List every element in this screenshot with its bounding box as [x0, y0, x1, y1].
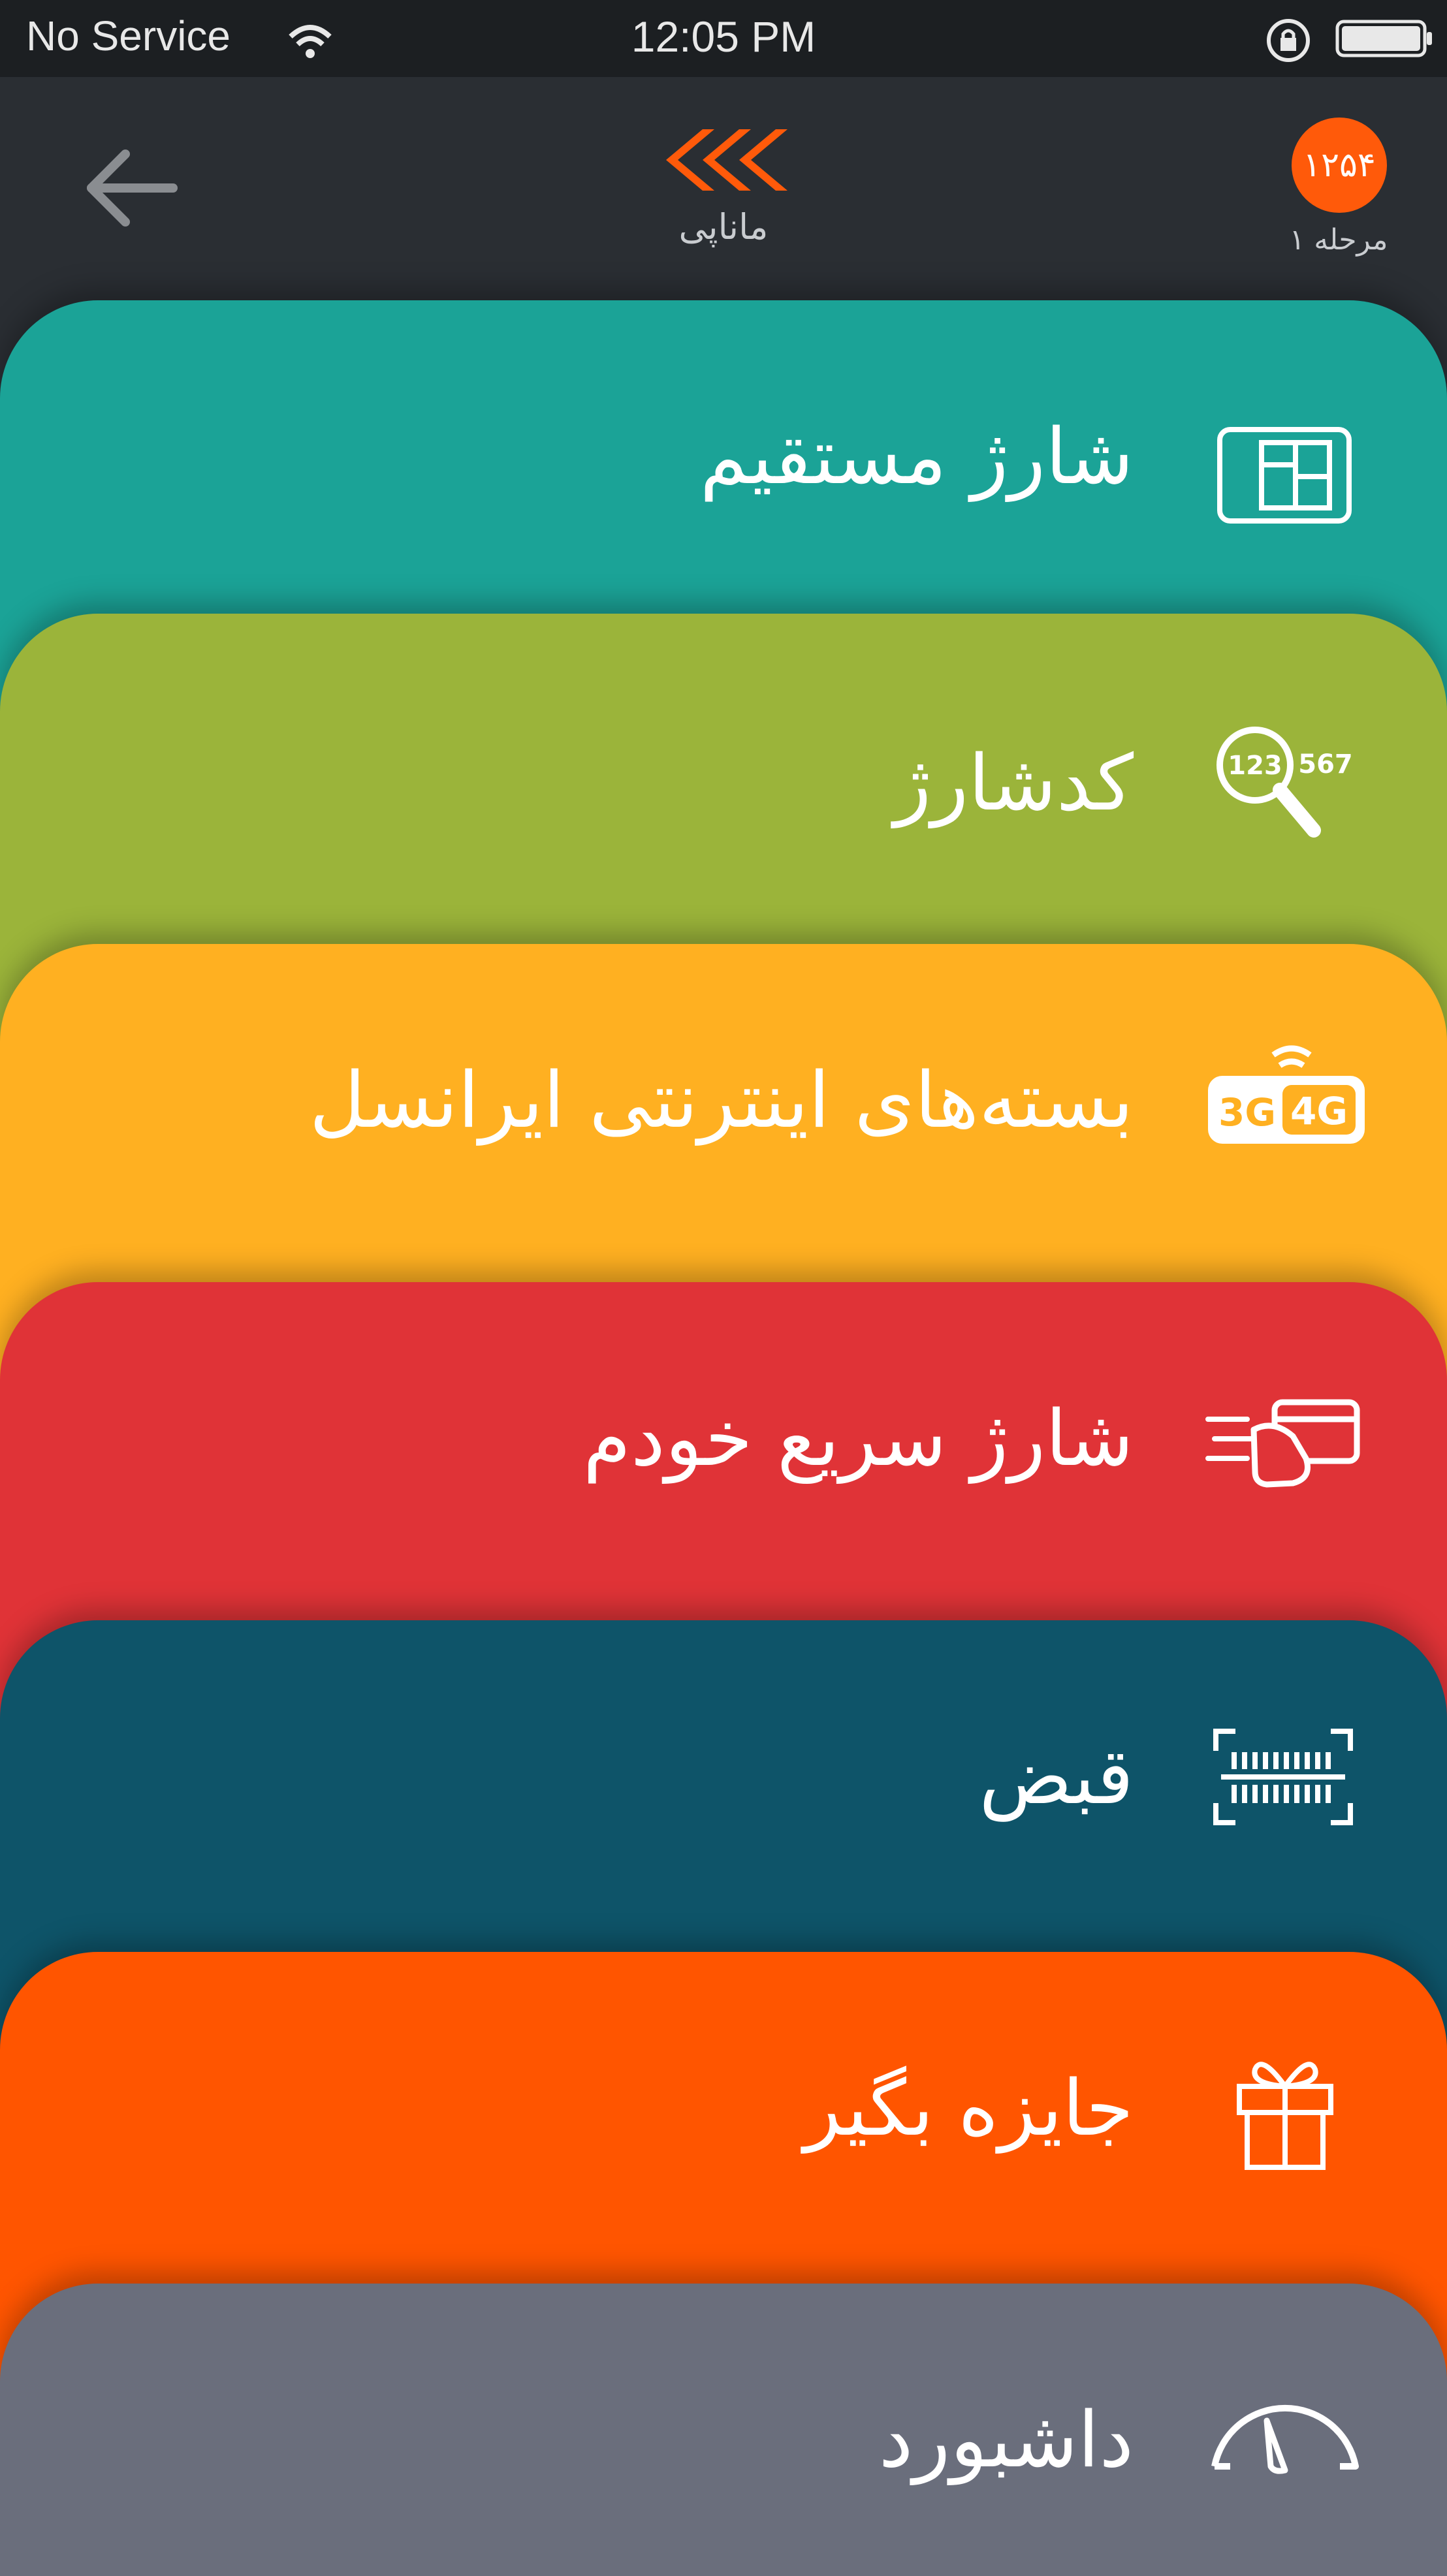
- clock: 12:05 PM: [631, 12, 816, 61]
- svg-text:123: 123: [1228, 751, 1282, 781]
- gift-icon: [1201, 2043, 1365, 2174]
- menu-item-label: داشبورد: [878, 2395, 1134, 2485]
- menu-item-label: بسته‌های اینترنتی ایرانسل: [309, 1055, 1134, 1145]
- logo-text: ماناپی: [678, 206, 769, 247]
- menu-item-label: کدشارژ: [894, 738, 1134, 828]
- 3g-4g-icon: 3G 4G: [1201, 1035, 1365, 1166]
- battery-icon: [1335, 20, 1433, 57]
- app-header: ماناپی ۱۲۵۴ مرحله ۱: [0, 77, 1447, 312]
- level-label: مرحله ۱: [1289, 223, 1388, 257]
- barcode-scan-icon: [1201, 1712, 1365, 1842]
- svg-text:567: 567: [1298, 749, 1353, 779]
- menu-item-label: شارژ مستقیم: [699, 411, 1134, 501]
- menu-item-label: قبض: [979, 1731, 1134, 1821]
- svg-text:4G: 4G: [1290, 1089, 1348, 1133]
- menu-item-label: شارژ سریع خودم: [583, 1393, 1134, 1483]
- sim-card-icon: [1201, 405, 1365, 535]
- status-bar: No Service 12:05 PM: [0, 0, 1447, 77]
- charge-code-search-icon: 123 567: [1201, 718, 1365, 849]
- speedometer-icon: [1201, 2368, 1365, 2499]
- points-badge[interactable]: ۱۲۵۴: [1292, 118, 1387, 213]
- manapay-logo-icon: [660, 124, 787, 196]
- menu-item-label: جایزه بگیر: [804, 2063, 1134, 2153]
- svg-text:3G: 3G: [1218, 1090, 1276, 1135]
- menu-item-dashboard[interactable]: داشبورد: [0, 2284, 1447, 2576]
- fast-card-icon: [1201, 1374, 1365, 1504]
- rotation-lock-icon: [1264, 16, 1313, 65]
